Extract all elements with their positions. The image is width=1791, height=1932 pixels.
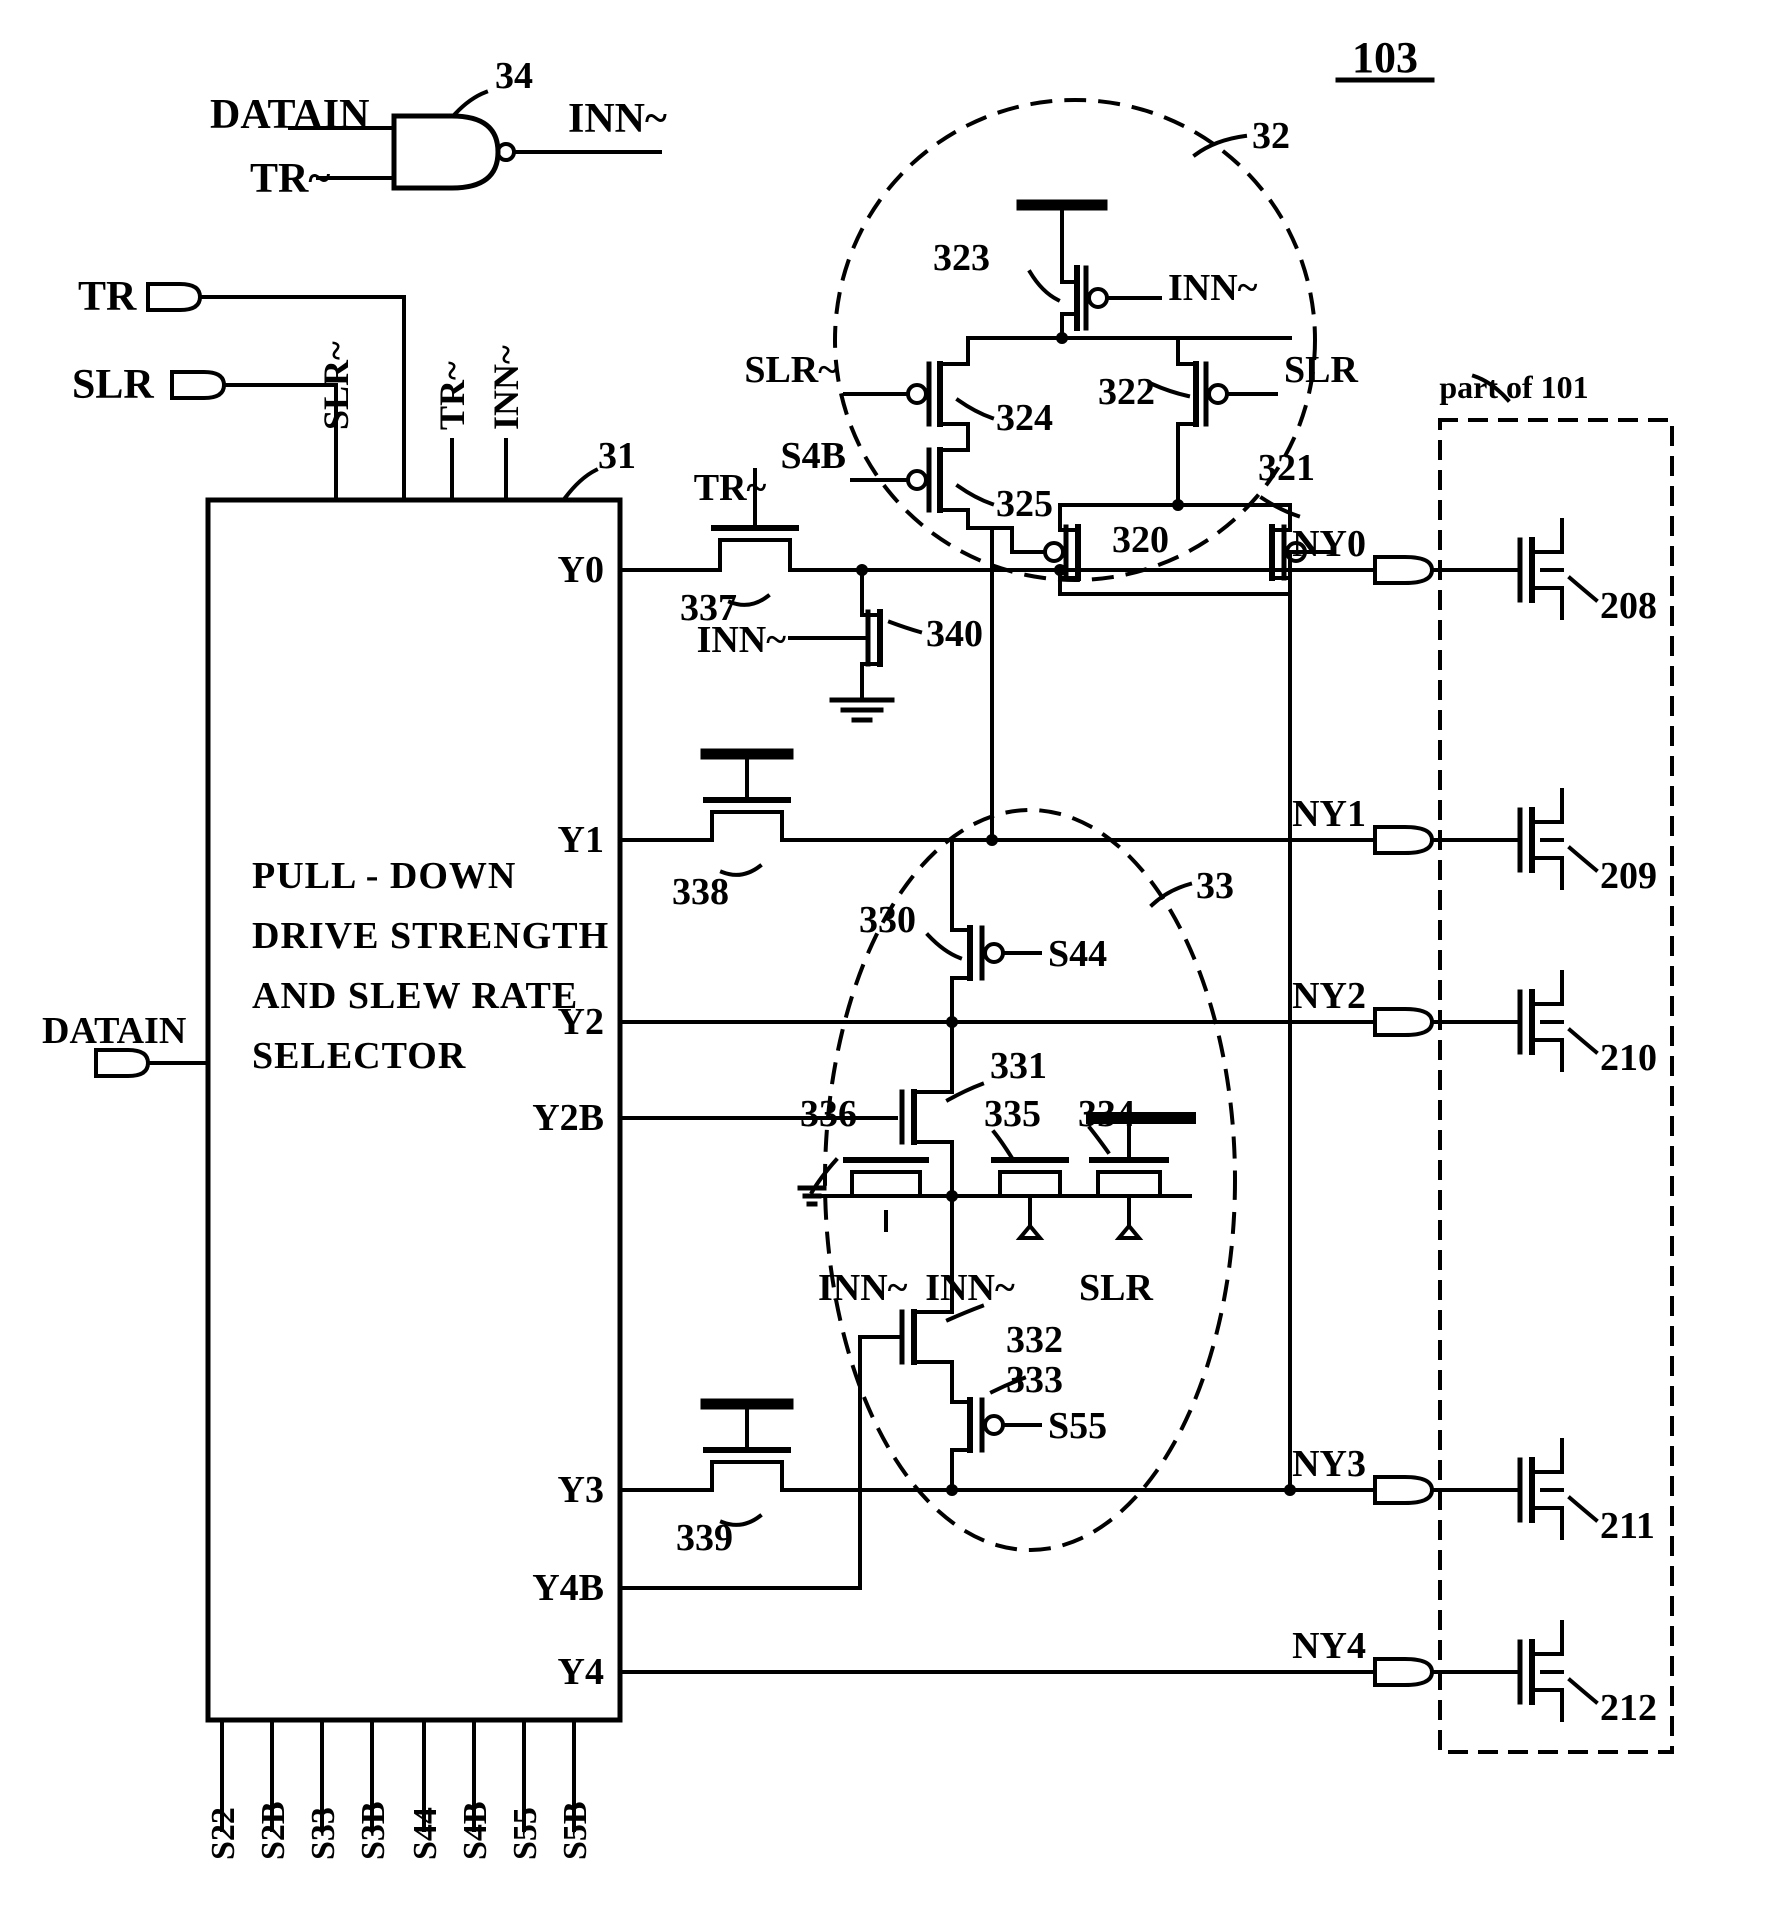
block-bottom-label-s33: S33 [305,1807,342,1860]
block-bottom-label-s22: S22 [205,1807,242,1860]
ref-338: 338 [672,871,729,913]
figure-number: 103 [1352,33,1418,82]
ref-331: 331 [990,1045,1047,1087]
gate-label-336: INN~ [818,1267,908,1309]
junction-323 [1056,332,1068,344]
ref-333: 333 [1006,1359,1063,1401]
output-label-y3: Y3 [558,1469,604,1511]
input-pin-datain-label: DATAIN [42,1010,186,1052]
ref-210: 210 [1600,1037,1657,1079]
ref-320: 320 [1112,519,1169,561]
ref-33: 33 [1196,865,1234,907]
ref-321: 321 [1258,447,1315,489]
output-label-y4: Y4 [558,1651,604,1693]
output-label-y4b: Y4B [532,1567,604,1609]
gate-label-330: S44 [1048,933,1107,975]
input-pin-tr-label: TR [78,274,137,320]
block-bottom-label-s3b: S3B [355,1801,392,1860]
part-of-101-label: part of 101 [1439,369,1588,405]
ref-332: 332 [1006,1319,1063,1361]
ref-322: 322 [1098,371,1155,413]
selector-title-line-1: PULL - DOWN [252,855,516,897]
net-label-ny0: NY0 [1292,523,1366,565]
output-label-y2: Y2 [558,1001,604,1043]
ref-335: 335 [984,1093,1041,1135]
block-bottom-label-s2b: S2B [255,1801,292,1860]
gate-label-325: S4B [781,435,846,477]
output-label-y0: Y0 [558,549,604,591]
patent-circuit-diagram: 103 DATAIN TR~ INN~ 34 TR SLR DATAIN SLR… [0,0,1791,1932]
gate-label-323: INN~ [1168,267,1258,309]
net-label-ny3: NY3 [1292,1443,1366,1485]
ref-339: 339 [676,1517,733,1559]
block-bottom-label-s55: S55 [507,1807,544,1860]
ref-31: 31 [598,435,636,477]
junction-322-320 [1172,499,1184,511]
selector-title-line-3: AND SLEW RATE [252,975,578,1017]
ref-336: 336 [800,1093,857,1135]
output-label-y1: Y1 [558,819,604,861]
figure-canvas: 103 DATAIN TR~ INN~ 34 TR SLR DATAIN SLR… [0,0,1791,1932]
nand-output-label: INN~ [568,96,667,142]
net-label-ny1: NY1 [1292,793,1366,835]
net-label-ny2: NY2 [1292,975,1366,1017]
gate-label-335: INN~ [925,1267,1015,1309]
gate-label-322: SLR [1284,349,1358,391]
ref-209: 209 [1600,855,1657,897]
ref-324: 324 [996,397,1053,439]
ref-340: 340 [926,613,983,655]
gate-label-334: SLR [1079,1267,1153,1309]
ref-208: 208 [1600,585,1657,627]
output-label-y2b: Y2B [532,1097,604,1139]
gate-label-324: SLR~ [744,349,838,391]
ref-212: 212 [1600,1687,1657,1729]
block-top-label-slrbar: SLR~ [316,341,356,430]
nand-input-trbar-label: TR~ [250,156,330,202]
input-pin-slr-label: SLR [72,362,154,408]
gate-label-333: S55 [1048,1405,1107,1447]
ref-330: 330 [859,899,916,941]
ref-211: 211 [1600,1505,1655,1547]
net-label-ny4: NY4 [1292,1625,1366,1667]
nand-input-datain-label: DATAIN [210,92,369,138]
selector-title-line-2: DRIVE STRENGTH [252,915,609,957]
ref-32: 32 [1252,115,1290,157]
junction-340 [856,564,868,576]
block-bottom-label-s4b: S4B [457,1801,494,1860]
block-top-label-innbar: INN~ [486,345,526,430]
gate-label-340: INN~ [697,619,787,661]
ref-325: 325 [996,483,1053,525]
selector-title-line-4: SELECTOR [252,1035,466,1077]
gate-label-337: TR~ [694,467,767,509]
ref-334: 334 [1078,1093,1135,1135]
block-bottom-label-s5b: S5B [557,1801,594,1860]
ref-34: 34 [495,55,533,97]
ref-323: 323 [933,237,990,279]
junction-y3-333 [946,1484,958,1496]
block-bottom-label-s44: S44 [407,1807,444,1860]
block-top-label-trbar: TR~ [432,361,472,430]
